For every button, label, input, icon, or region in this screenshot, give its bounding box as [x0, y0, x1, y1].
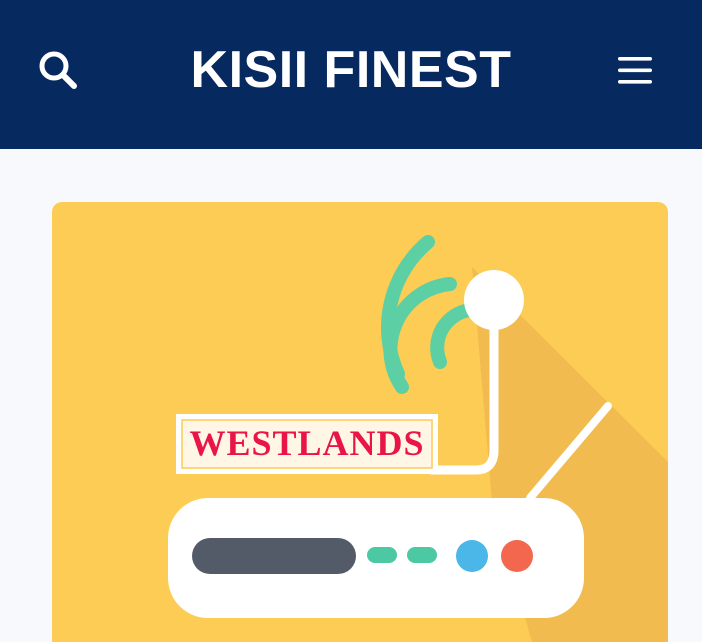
router-body [168, 498, 584, 618]
article-thumbnail[interactable]: WESTLANDS [52, 202, 668, 642]
site-header: KISII FINEST [0, 0, 702, 149]
site-title[interactable]: KISII FINEST [0, 38, 702, 102]
westlands-label-box: WESTLANDS [176, 414, 438, 474]
hamburger-menu-icon [618, 57, 652, 84]
westlands-label: WESTLANDS [189, 423, 424, 463]
router-light-red [501, 540, 533, 572]
wifi-router-illustration: WESTLANDS [168, 235, 668, 642]
menu-button[interactable] [612, 50, 660, 90]
router-light-blue [456, 540, 488, 572]
wifi-signal-icon [381, 235, 477, 394]
